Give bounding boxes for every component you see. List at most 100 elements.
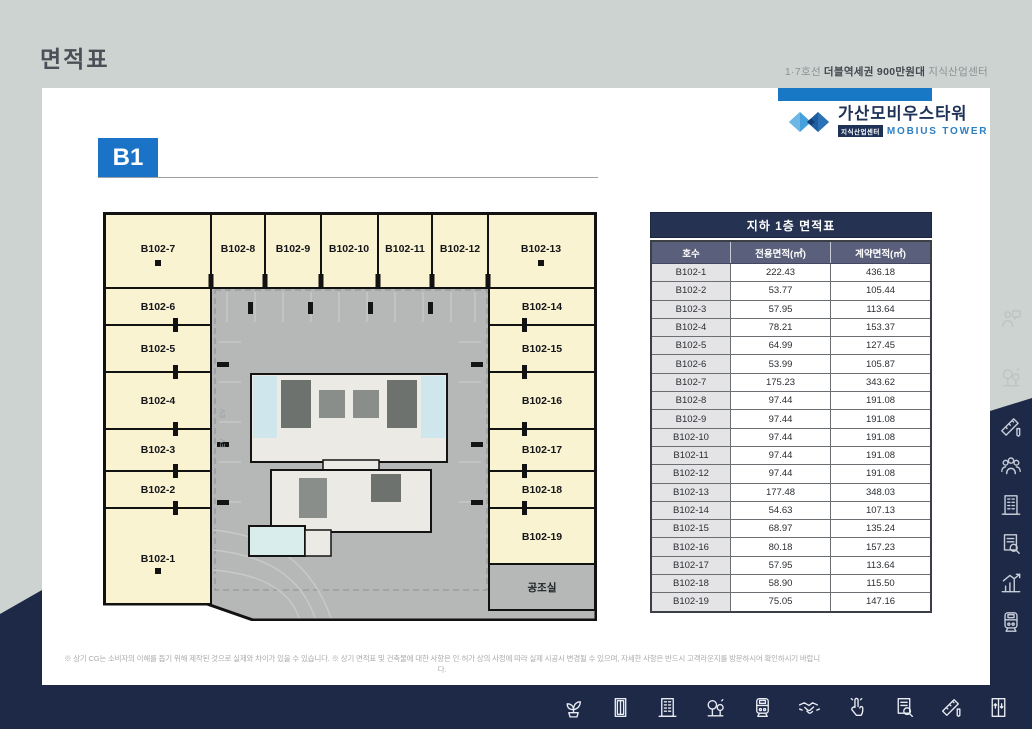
exclusive-area-cell: 53.99 bbox=[731, 355, 831, 373]
restroom-left bbox=[253, 376, 277, 438]
park-icon bbox=[998, 364, 1024, 390]
table-row: B102-478.21153.37 bbox=[651, 318, 931, 336]
unit-no-cell: B102-2 bbox=[651, 282, 731, 300]
table-row: B102-7175.23343.62 bbox=[651, 373, 931, 391]
area-table-body: B102-1222.43436.18B102-253.77105.44B102-… bbox=[651, 264, 931, 612]
page-background: 면적표 1·7호선더블역세권 900만원대지식산업센터 가산모비우스타워 지식산… bbox=[0, 0, 1032, 729]
exclusive-area-cell: 175.23 bbox=[731, 373, 831, 391]
unit-no-cell: B102-3 bbox=[651, 300, 731, 318]
building-icon bbox=[655, 695, 680, 720]
contract-area-cell: 191.08 bbox=[831, 392, 932, 410]
floor-plan: EV EV bbox=[103, 212, 597, 621]
floorplan-unit-label: B102-17 bbox=[522, 444, 562, 456]
floorplan-unit-label: B102-19 bbox=[522, 531, 562, 543]
unit-no-cell: B102-15 bbox=[651, 520, 731, 538]
stair-core-left bbox=[281, 380, 311, 428]
core-lower bbox=[271, 470, 431, 532]
unit-no-cell: B102-7 bbox=[651, 373, 731, 391]
core-annex bbox=[305, 530, 331, 556]
unit-no-cell: B102-19 bbox=[651, 593, 731, 612]
subtitle-emphasis: 더블역세권 900만원대 bbox=[824, 66, 925, 78]
subtitle-prefix: 1·7호선 bbox=[785, 66, 821, 78]
exclusive-area-cell: 97.44 bbox=[731, 428, 831, 446]
floorplan-unit-label: B102-1 bbox=[141, 553, 176, 565]
table-row: B102-1297.44191.08 bbox=[651, 465, 931, 483]
exclusive-area-cell: 57.95 bbox=[731, 300, 831, 318]
stairwell bbox=[299, 478, 327, 518]
ev-label-1: EV bbox=[220, 408, 227, 418]
ruler-icon bbox=[998, 414, 1024, 440]
exclusive-area-cell: 80.18 bbox=[731, 538, 831, 556]
exclusive-area-cell: 68.97 bbox=[731, 520, 831, 538]
table-row: B102-1858.90115.50 bbox=[651, 575, 931, 593]
docsearch-icon bbox=[892, 695, 917, 720]
contract-area-cell: 135.24 bbox=[831, 520, 932, 538]
unit-no-cell: B102-6 bbox=[651, 355, 731, 373]
unit-no-cell: B102-18 bbox=[651, 575, 731, 593]
unit-no-cell: B102-12 bbox=[651, 465, 731, 483]
table-row: B102-1454.63107.13 bbox=[651, 501, 931, 519]
table-row: B102-1975.05147.16 bbox=[651, 593, 931, 612]
unit-no-cell: B102-16 bbox=[651, 538, 731, 556]
unit-no-cell: B102-11 bbox=[651, 446, 731, 464]
floorplan-unit-label: B102-4 bbox=[141, 395, 176, 407]
contract-area-cell: 343.62 bbox=[831, 373, 932, 391]
contract-area-cell: 113.64 bbox=[831, 300, 932, 318]
header-row: 호수 전용면적(㎡) 계약면적(㎡) bbox=[651, 241, 931, 264]
subtitle-suffix: 지식산업센터 bbox=[928, 66, 988, 78]
exclusive-area-cell: 97.44 bbox=[731, 410, 831, 428]
col-header-contract: 계약면적(㎡) bbox=[831, 241, 932, 264]
handshake-icon bbox=[797, 695, 822, 720]
floorplan-unit-label: B102-7 bbox=[141, 243, 176, 255]
table-row: B102-1097.44191.08 bbox=[651, 428, 931, 446]
exclusive-area-cell: 177.48 bbox=[731, 483, 831, 501]
hvac-room-label: 공조실 bbox=[528, 581, 557, 594]
door-icon bbox=[608, 695, 633, 720]
table-row: B102-897.44191.08 bbox=[651, 392, 931, 410]
floorplan-unit-label: B102-18 bbox=[522, 484, 562, 496]
logo-accent-bar bbox=[778, 88, 932, 101]
left-corner-wedge bbox=[0, 590, 42, 685]
exclusive-area-cell: 97.44 bbox=[731, 446, 831, 464]
table-row: B102-564.99127.45 bbox=[651, 337, 931, 355]
table-row: B102-357.95113.64 bbox=[651, 300, 931, 318]
contract-area-cell: 191.08 bbox=[831, 446, 932, 464]
contract-area-cell: 191.08 bbox=[831, 465, 932, 483]
table-row: B102-653.99105.87 bbox=[651, 355, 931, 373]
exclusive-area-cell: 75.05 bbox=[731, 593, 831, 612]
footer-icon-row bbox=[561, 690, 1011, 724]
table-row: B102-1222.43436.18 bbox=[651, 264, 931, 282]
floorplan-unit-label: B102-10 bbox=[329, 243, 369, 255]
unit-no-cell: B102-5 bbox=[651, 337, 731, 355]
park-icon bbox=[703, 695, 728, 720]
table-row: B102-997.44191.08 bbox=[651, 410, 931, 428]
exclusive-area-cell: 78.21 bbox=[731, 318, 831, 336]
contract-area-cell: 157.23 bbox=[831, 538, 932, 556]
mobius-logo-icon bbox=[786, 108, 832, 136]
unit-col-right bbox=[489, 288, 595, 564]
right-rail-faint-icons bbox=[995, 306, 1027, 390]
exclusive-area-cell: 64.99 bbox=[731, 337, 831, 355]
area-table: 호수 전용면적(㎡) 계약면적(㎡) B102-1222.43436.18B10… bbox=[650, 240, 932, 613]
area-table-head: 호수 전용면적(㎡) 계약면적(㎡) bbox=[651, 241, 931, 264]
unit-no-cell: B102-9 bbox=[651, 410, 731, 428]
right-rail-icons bbox=[995, 414, 1027, 635]
train-icon bbox=[998, 609, 1024, 635]
restroom-right bbox=[421, 376, 445, 438]
contract-area-cell: 153.37 bbox=[831, 318, 932, 336]
sprout-icon bbox=[561, 695, 586, 720]
floor-plan-drawing: EV EV bbox=[103, 212, 597, 621]
contract-area-cell: 107.13 bbox=[831, 501, 932, 519]
table-row: B102-253.77105.44 bbox=[651, 282, 931, 300]
table-row: B102-1680.18157.23 bbox=[651, 538, 931, 556]
contract-area-cell: 105.87 bbox=[831, 355, 932, 373]
ruler-icon bbox=[939, 695, 964, 720]
col-header-unit: 호수 bbox=[651, 241, 731, 264]
table-row: B102-1757.95113.64 bbox=[651, 556, 931, 574]
train-icon bbox=[750, 695, 775, 720]
floorplan-unit-label: B102-3 bbox=[141, 444, 176, 456]
floorplan-unit-label: B102-5 bbox=[141, 343, 176, 355]
logo-text: 가산모비우스타워 지식산업센터 MOBIUS TOWER bbox=[838, 106, 988, 137]
table-row: B102-1568.97135.24 bbox=[651, 520, 931, 538]
exclusive-area-cell: 54.63 bbox=[731, 501, 831, 519]
